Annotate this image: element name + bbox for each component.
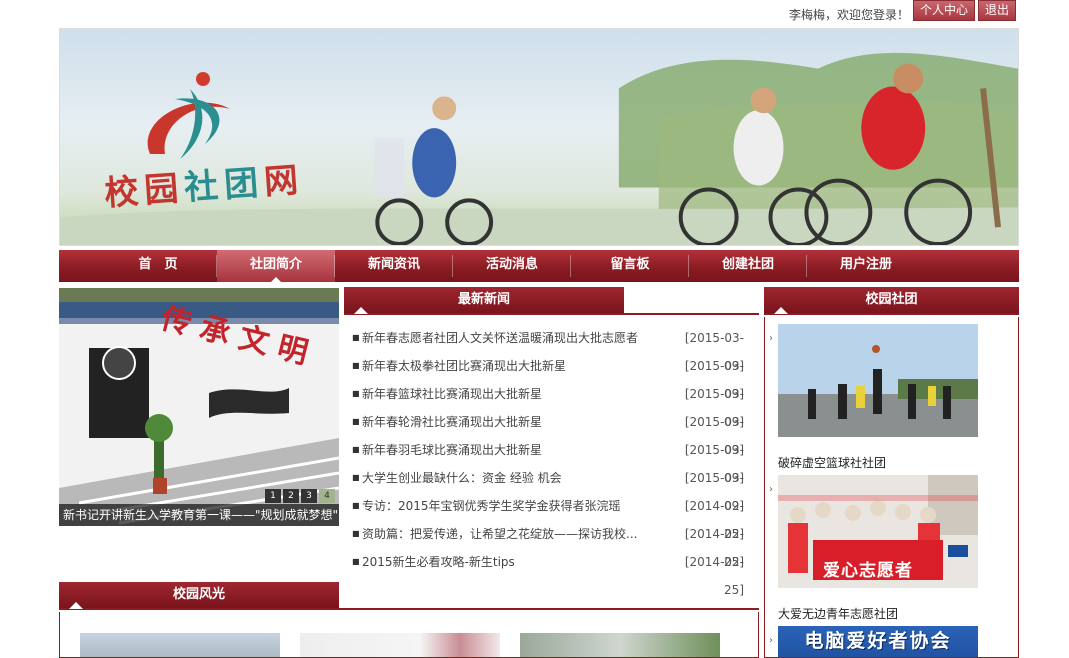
bullet-icon: ■ — [352, 361, 360, 370]
chevron-right-icon: › — [769, 484, 773, 495]
news-item[interactable]: ■ 新年春羽毛球比赛涌现出大批新星 [2015-03-09] — [352, 436, 744, 485]
scenery-photo[interactable] — [520, 633, 720, 657]
clubs-section-header: 校园社团 — [764, 287, 1019, 315]
news-item[interactable]: ■ 新年春志愿者社团人文关怀送温暖涌现出大批志愿者 [2015-03-09] — [352, 324, 744, 373]
top-bar: 李梅梅，欢迎您登录！ 个人中心 退出 — [0, 0, 1069, 24]
slide-dot-3[interactable]: 3 — [301, 489, 317, 503]
news-item[interactable]: ■ 2015新生必看攻略-新生tips [2014-02-25] — [352, 548, 744, 597]
slide-caption[interactable]: 新书记开讲新生入学教育第一课——"规划成就梦想" — [59, 504, 339, 526]
user-center-button[interactable]: 个人中心 — [913, 0, 975, 21]
nav-item-guestbook[interactable]: 留言板 — [571, 250, 689, 282]
bullet-icon: ■ — [352, 445, 360, 454]
bullet-icon: ■ — [352, 529, 360, 538]
slide-dot-4[interactable]: 4 — [319, 489, 335, 503]
news-item[interactable]: ■ 资助篇：把爱传递，让希望之花绽放——探访我校... [2014-02-25] — [352, 520, 744, 569]
news-list: ■ 新年春志愿者社团人文关怀送温暖涌现出大批志愿者 [2015-03-09] ■ 新年… — [352, 324, 744, 597]
logout-button[interactable]: 退出 — [978, 0, 1016, 21]
main-nav: 首 页 社团简介 新闻资讯 活动消息 留言板 创建社团 用户注册 — [59, 250, 1019, 282]
bullet-icon: ■ — [352, 333, 360, 342]
club-banner-text: 爱心志愿者 — [823, 561, 913, 581]
bullet-icon: ■ — [352, 557, 360, 566]
slide-pagination: 1 2 3 4 — [265, 489, 335, 503]
clubs-panel: › 破碎虚空篮球社社团 › 爱心志愿者 大爱无边青年志愿社团 › 电脑爱好者协会 — [764, 317, 1019, 658]
news-heading: 最新新闻 — [344, 287, 624, 314]
news-item[interactable]: ■ 新年春太极拳社团比赛涌现出大批新星 [2015-03-09] — [352, 352, 744, 401]
nav-item-activities[interactable]: 活动消息 — [453, 250, 571, 282]
nav-item-home[interactable]: 首 页 — [99, 250, 217, 282]
nav-item-register[interactable]: 用户注册 — [807, 250, 925, 282]
nav-item-create-club[interactable]: 创建社团 — [689, 250, 807, 282]
chevron-right-icon: › — [769, 333, 773, 344]
bullet-icon: ■ — [352, 473, 360, 482]
image-slider[interactable]: 传承文明 1 2 3 4 新书记开讲新生入学教育第一课——"规划成就梦想" — [59, 288, 339, 526]
welcome-text: 李梅梅，欢迎您登录！ — [788, 8, 909, 22]
club-name[interactable]: 大爱无边青年志愿社团 — [778, 605, 898, 622]
slide-dot-2[interactable]: 2 — [283, 489, 299, 503]
nav-item-news[interactable]: 新闻资讯 — [335, 250, 453, 282]
scenery-photo[interactable] — [80, 633, 280, 657]
logo-icon — [147, 72, 230, 159]
bullet-icon: ■ — [352, 417, 360, 426]
club-name[interactable]: 破碎虚空篮球社社团 — [778, 454, 886, 471]
club-photo-basketball[interactable] — [778, 324, 978, 437]
scenery-panel — [59, 612, 759, 658]
site-banner: 校园社团网 — [59, 28, 1019, 246]
bullet-icon: ■ — [352, 389, 360, 398]
chevron-right-icon: › — [769, 635, 773, 646]
news-item[interactable]: ■ 新年春篮球社比赛涌现出大批新星 [2015-03-09] — [352, 380, 744, 429]
scenery-photo[interactable] — [300, 633, 500, 657]
nav-item-club-intro[interactable]: 社团简介 — [217, 250, 335, 282]
news-item[interactable]: ■ 大学生创业最缺什么：资金 经验 机会 [2015-03-09] — [352, 464, 744, 513]
scenery-heading: 校园风光 — [59, 582, 339, 609]
news-item[interactable]: ■ 新年春轮滑社比赛涌现出大批新星 [2015-03-09] — [352, 408, 744, 457]
club-photo-computer[interactable]: 电脑爱好者协会 — [778, 626, 978, 657]
news-item[interactable]: ■ 专访：2015年宝钢优秀学生奖学金获得者张浣瑶 [2014-02-25] — [352, 492, 744, 541]
bullet-icon: ■ — [352, 501, 360, 510]
news-section-header: 最新新闻 — [344, 287, 759, 315]
slide-dot-1[interactable]: 1 — [265, 489, 281, 503]
club-banner-text: 电脑爱好者协会 — [804, 630, 952, 652]
clubs-heading: 校园社团 — [764, 287, 1019, 314]
scenery-section-header: 校园风光 — [59, 582, 759, 610]
